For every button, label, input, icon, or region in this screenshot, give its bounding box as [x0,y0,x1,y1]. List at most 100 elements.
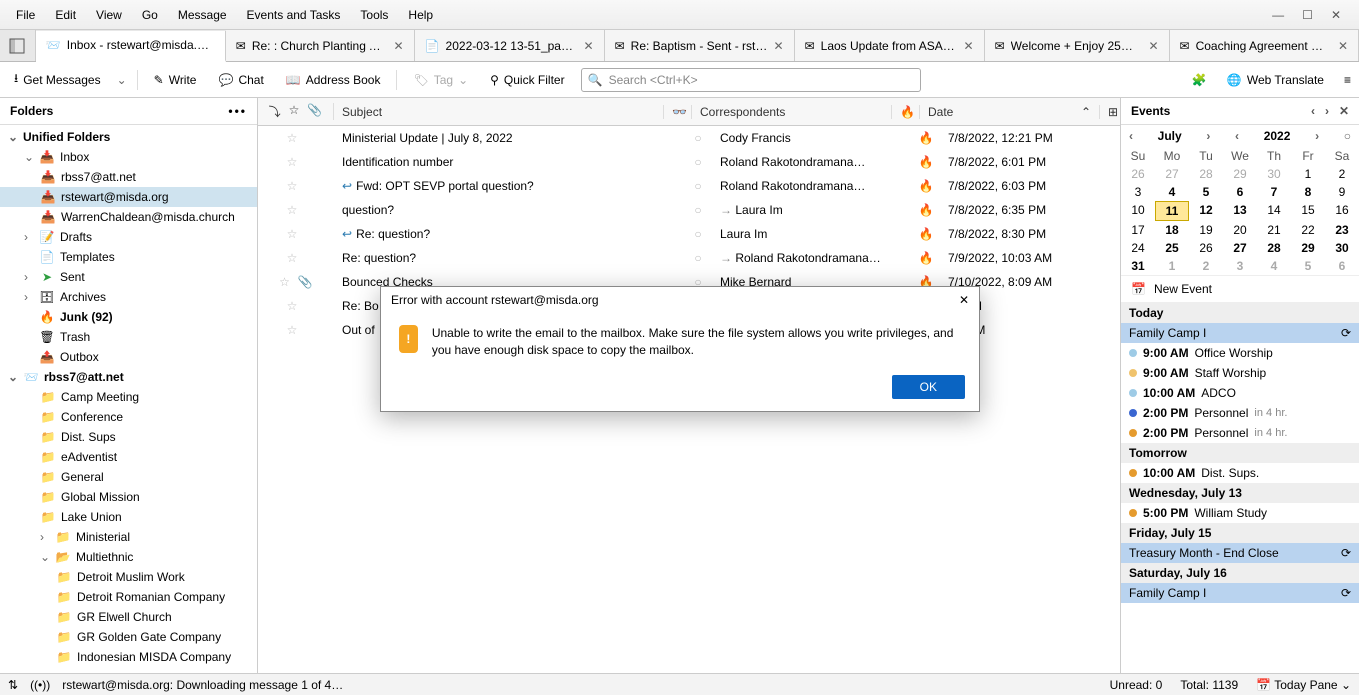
calendar-day[interactable]: 14 [1257,201,1291,221]
menu-help[interactable]: Help [400,4,441,26]
calendar-day[interactable]: 20 [1223,221,1257,239]
calendar-day[interactable]: 8 [1291,183,1325,201]
folder-outbox[interactable]: 📤Outbox [0,347,257,367]
calendar-day[interactable]: 24 [1121,239,1155,257]
folder-item[interactable]: 📁GR Elwell Church [0,607,257,627]
folder-item[interactable]: 📁Detroit Romanian Company [0,587,257,607]
folder-inbox-child[interactable]: 📥WarrenChaldean@misda.church [0,207,257,227]
app-menu-icon[interactable]: ≡ [1344,73,1351,87]
table-row[interactable]: ☆question?○→ Laura Im🔥7/8/2022, 6:35 PM [258,198,1120,222]
account-rbss7[interactable]: ⌄📨rbss7@att.net [0,367,257,387]
next-year-icon[interactable]: › [1315,129,1319,143]
calendar-day[interactable]: 6 [1223,183,1257,201]
star-icon[interactable]: ☆ [279,275,290,289]
close-icon[interactable]: ✕ [1339,104,1349,118]
star-icon[interactable]: ☆ [287,323,298,337]
close-icon[interactable]: ✕ [774,39,784,53]
folder-item[interactable]: 📁General [0,467,257,487]
folder-item[interactable]: 📁Indonesian MISDA Company [0,647,257,667]
col-junk[interactable]: 🔥 [892,105,920,119]
close-icon[interactable]: ✕ [959,293,969,307]
calendar-day[interactable]: 19 [1189,221,1223,239]
star-icon[interactable]: ☆ [287,203,298,217]
table-row[interactable]: ☆Ministerial Update | July 8, 2022○Cody … [258,126,1120,150]
folder-junk[interactable]: 🔥Junk (92) [0,307,257,327]
calendar-day[interactable]: 26 [1121,165,1155,183]
tab-5[interactable]: ✉Welcome + Enjoy 25%…✕ [985,30,1170,61]
star-icon[interactable]: ☆ [287,299,298,313]
unified-folders[interactable]: ⌄Unified Folders [0,127,257,147]
calendar-day[interactable]: 10 [1121,201,1155,221]
search-input[interactable]: 🔍 Search <Ctrl+K> [581,68,921,92]
calendar-day[interactable]: 1 [1291,165,1325,183]
col-read[interactable]: 👓 [664,105,692,119]
ok-button[interactable]: OK [892,375,965,399]
folder-item[interactable]: 📁Global Mission [0,487,257,507]
table-row[interactable]: ☆↩Re: question?○Laura Im🔥7/8/2022, 8:30 … [258,222,1120,246]
menu-tools[interactable]: Tools [352,4,396,26]
agenda-item[interactable]: 2:00 PMPersonnelin 4 hr. [1121,403,1359,423]
calendar-day[interactable]: 30 [1257,165,1291,183]
calendar-day[interactable]: 15 [1291,201,1325,221]
tab-2[interactable]: 📄2022-03-12 13-51_page…✕ [415,30,605,61]
calendar-day[interactable]: 3 [1121,183,1155,201]
quick-filter-button[interactable]: ⚲Quick Filter [484,69,570,91]
star-icon[interactable]: ☆ [287,227,298,241]
folder-drafts[interactable]: ›📝Drafts [0,227,257,247]
close-icon[interactable]: ✕ [394,39,404,53]
calendar-day[interactable]: 16 [1325,201,1359,221]
chevron-down-icon[interactable]: ⌄ [117,73,127,87]
calendar-day[interactable]: 30 [1325,239,1359,257]
agenda-item[interactable]: 5:00 PMWilliam Study [1121,503,1359,523]
calendar-day[interactable]: 29 [1223,165,1257,183]
calendar-day[interactable]: 13 [1223,201,1257,221]
menu-message[interactable]: Message [170,4,235,26]
window-minimize-icon[interactable]: ― [1272,8,1284,22]
window-maximize-icon[interactable]: ☐ [1302,8,1313,22]
spaces-toolbar-icon[interactable] [0,30,36,61]
menu-file[interactable]: File [8,4,43,26]
calendar-day[interactable]: 18 [1155,221,1189,239]
web-translate-button[interactable]: 🌐Web Translate [1221,69,1330,91]
agenda-item[interactable]: 2:00 PMPersonnelin 4 hr. [1121,423,1359,443]
next-icon[interactable]: › [1325,104,1329,118]
close-icon[interactable]: ✕ [964,39,974,53]
folder-inbox-child[interactable]: 📥rbss7@att.net [0,167,257,187]
prev-month-icon[interactable]: ‹ [1129,129,1133,143]
today-pane-toggle[interactable]: 📅 Today Pane ⌄ [1256,678,1351,692]
next-month-icon[interactable]: › [1206,129,1210,143]
agenda-item[interactable]: 10:00 AMADCO [1121,383,1359,403]
calendar-day[interactable]: 22 [1291,221,1325,239]
folder-item[interactable]: 📁Detroit Muslim Work [0,567,257,587]
calendar-day[interactable]: 31 [1121,257,1155,275]
folder-item[interactable]: 📁eAdventist [0,447,257,467]
folder-item[interactable]: 📁Camp Meeting [0,387,257,407]
tab-4[interactable]: ✉Laos Update from ASAP…✕ [795,30,985,61]
calendar-day[interactable]: 11 [1155,201,1189,221]
col-correspondents[interactable]: Correspondents [692,105,892,119]
folder-inbox[interactable]: ⌄📥Inbox [0,147,257,167]
calendar-day[interactable]: 28 [1189,165,1223,183]
menu-go[interactable]: Go [134,4,166,26]
folder-item[interactable]: 📁Lake Union [0,507,257,527]
calendar-day[interactable]: 2 [1189,257,1223,275]
calendar-day[interactable]: 7 [1257,183,1291,201]
tab-1[interactable]: ✉Re: : Church Planting A…✕ [226,30,415,61]
get-messages-button[interactable]: ⭳Get Messages [8,65,107,94]
folder-item[interactable]: 📁GR Golden Gate Company [0,627,257,647]
address-book-button[interactable]: 📖Address Book [280,69,387,91]
agenda-item[interactable]: 10:00 AMDist. Sups. [1121,463,1359,483]
calendar-day[interactable]: 4 [1257,257,1291,275]
table-row[interactable]: ☆Re: question?○→ Roland Rakotondramana…🔥… [258,246,1120,270]
online-icon[interactable]: ⇅ [8,678,18,692]
menu-events-tasks[interactable]: Events and Tasks [239,4,349,26]
agenda-item[interactable]: Family Camp I⟳ [1121,323,1359,343]
calendar-day[interactable]: 3 [1223,257,1257,275]
tab-inbox[interactable]: 📨 Inbox - rstewart@misda.or… [36,31,226,62]
tab-3[interactable]: ✉Re: Baptism - Sent - rste…✕ [605,30,795,61]
calendar-day[interactable]: 27 [1223,239,1257,257]
calendar-day[interactable]: 5 [1291,257,1325,275]
star-icon[interactable]: ☆ [287,179,298,193]
agenda-item[interactable]: 9:00 AMOffice Worship [1121,343,1359,363]
agenda-item[interactable]: 9:00 AMStaff Worship [1121,363,1359,383]
